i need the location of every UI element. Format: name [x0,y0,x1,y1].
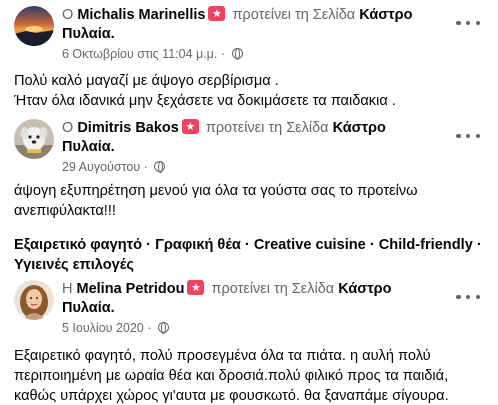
review-date[interactable]: 5 Ιουλίου 2020 [62,321,144,335]
author-name[interactable]: Melina Petridou [77,281,185,297]
review-date[interactable]: 29 Αυγούστου [62,160,140,174]
date-separator: · [220,47,226,61]
review-text-line: περιποιημένη με ωραία θέα και δροσιά.πολ… [14,368,449,384]
review-text-line: ανεπιφύλακτα!!! [14,203,116,219]
date-separator: · [143,160,148,174]
avatar[interactable] [14,280,54,320]
recommend-text: προτείνει τη Σελίδα [232,7,356,23]
dog-avatar-icon [14,119,54,159]
review-text: Πολύ καλό μαγαζί με άψογο σερβίρισμα . Ή… [14,71,396,111]
page-link-line2[interactable]: Πυλαία. [62,26,115,42]
review-text: Εξαιρετικό φαγητό, πολύ προσεγμένα όλα τ… [14,346,449,405]
review-tags: Εξαιρετικό φαγητό · Γραφική θέα · Creati… [14,235,490,275]
recommend-icon [187,279,205,296]
review-meta: 5 Ιουλίου 2020 · [62,320,462,336]
review-card: Η Melina Petridou προτείνει τη Σελίδα Κά… [0,274,498,405]
review-meta: 6 Οκτωβρίου στις 11:04 μ.μ. · [62,46,462,62]
globe-icon [231,48,243,60]
review-headline: Ο Dimitris Bakos προτείνει τη Σελίδα Κάσ… [62,118,462,175]
review-text-line: Εξαιρετικό φαγητό, πολύ προσεγμένα όλα τ… [14,348,431,364]
recommend-text: προτείνει τη Σελίδα [211,281,335,297]
review-meta: 29 Αυγούστου · [62,159,462,175]
author-prefix: Ο [62,7,74,23]
review-text: άψογη εξυπηρέτηση μενού για όλα τα γούστ… [14,181,418,221]
page-link[interactable]: Κάστρο [338,281,391,297]
review-card: Ο Dimitris Bakos προτείνει τη Σελίδα Κάσ… [0,113,498,273]
sunset-avatar-icon [14,6,54,46]
review-header: Η Melina Petridou προτείνει τη Σελίδα Κά… [0,274,498,335]
review-date[interactable]: 6 Οκτωβρίου στις 11:04 μ.μ. [62,47,217,61]
date-separator: · [147,321,152,335]
globe-icon [157,322,169,334]
review-card: Ο Michalis Marinellis προτείνει τη Σελίδ… [0,0,498,118]
avatar[interactable] [14,6,54,46]
review-text-line: Ήταν όλα ιδανικά μην ξεχάσετε να δοκιμάσ… [14,93,396,109]
recommend-icon [208,5,226,22]
more-options-icon[interactable] [456,129,480,143]
more-options-icon[interactable] [456,16,480,30]
review-header: Ο Dimitris Bakos προτείνει τη Σελίδα Κάσ… [0,113,498,174]
avatar[interactable] [14,119,54,159]
review-header: Ο Michalis Marinellis προτείνει τη Σελίδ… [0,0,498,61]
page-link-line2[interactable]: Πυλαία. [62,300,115,316]
review-text-line: άψογη εξυπηρέτηση μενού για όλα τα γούστ… [14,183,418,199]
page-link-line2[interactable]: Πυλαία. [62,139,115,155]
author-prefix: Ο [62,120,74,136]
page-link[interactable]: Κάστρο [359,7,412,23]
review-text-line: καθώς υπάρχει χώρος γι'αυτα με φουσκωτό.… [14,388,449,404]
more-options-icon[interactable] [456,290,480,304]
author-name[interactable]: Dimitris Bakos [77,120,179,136]
recommend-text: προτείνει τη Σελίδα [205,120,329,136]
tags-line: Εξαιρετικό φαγητό · Γραφική θέα · Creati… [14,237,482,253]
review-text-line: Πολύ καλό μαγαζί με άψογο σερβίρισμα . [14,73,279,89]
portrait-avatar-icon [14,280,54,320]
review-headline: Ο Michalis Marinellis προτείνει τη Σελίδ… [62,5,462,62]
tags-line: Υγιεινές επιλογές [14,257,134,273]
globe-icon [154,161,166,173]
author-name[interactable]: Michalis Marinellis [77,7,205,23]
review-headline: Η Melina Petridou προτείνει τη Σελίδα Κά… [62,279,462,336]
recommend-icon [181,118,199,135]
author-prefix: Η [62,281,73,297]
page-link[interactable]: Κάστρο [333,120,386,136]
